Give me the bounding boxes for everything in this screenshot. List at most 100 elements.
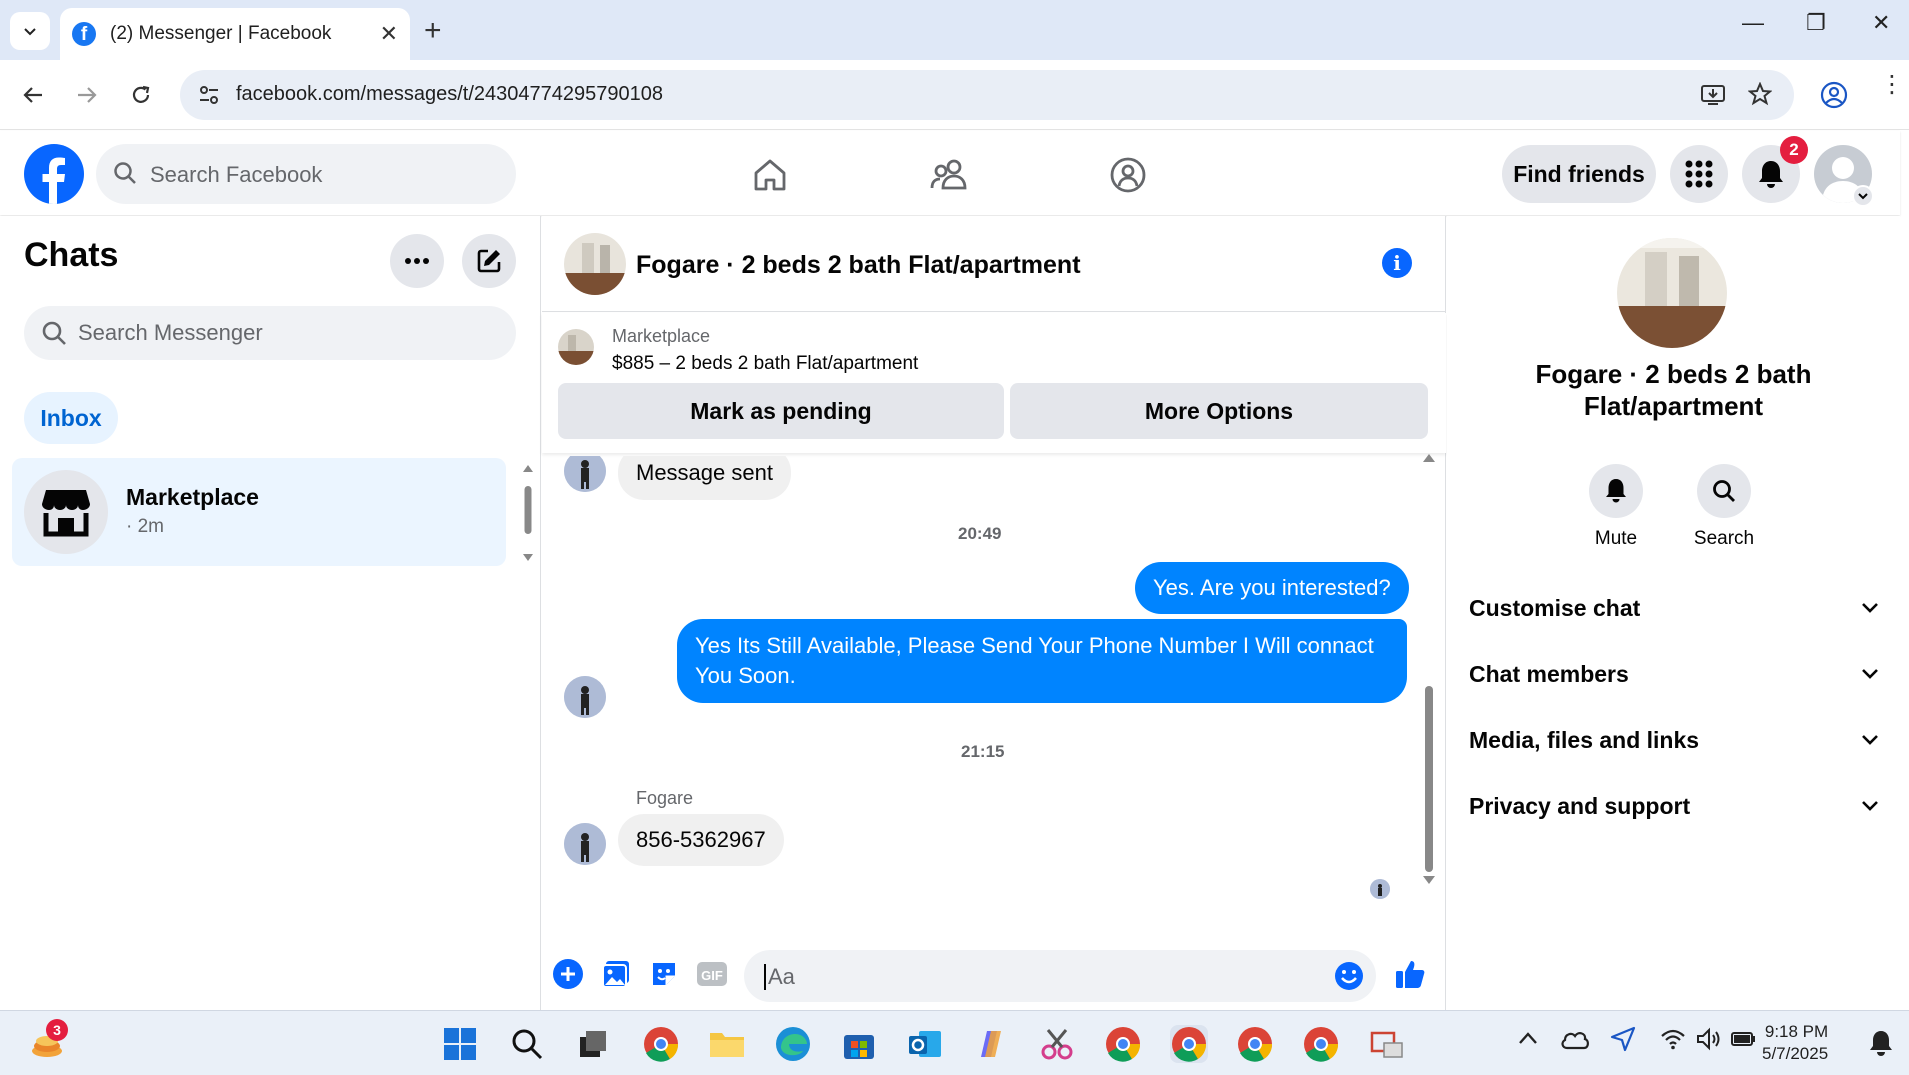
- windows-taskbar: 3 9:18 PM 5/7/2025: [0, 1010, 1909, 1075]
- task-view-icon[interactable]: [574, 1025, 612, 1063]
- outgoing-message: Yes Its Still Available, Please Send You…: [677, 619, 1407, 703]
- minimize-icon[interactable]: —: [1742, 10, 1764, 36]
- forward-button[interactable]: [70, 78, 104, 112]
- close-window-icon[interactable]: ✕: [1872, 10, 1890, 36]
- mark-as-pending-button[interactable]: Mark as pending: [558, 383, 1004, 439]
- show-hidden-icons[interactable]: [1518, 1031, 1538, 1050]
- search-icon: [1713, 480, 1735, 502]
- url-bar[interactable]: facebook.com/messages/t/2430477429579010…: [180, 70, 1794, 120]
- site-settings-icon[interactable]: [198, 84, 220, 106]
- sticker-button[interactable]: [646, 956, 682, 992]
- snipping-tool-icon[interactable]: [1038, 1025, 1076, 1063]
- file-explorer-icon[interactable]: [708, 1025, 746, 1063]
- profile-icon[interactable]: [1820, 81, 1848, 109]
- mute-button[interactable]: [1589, 464, 1643, 518]
- search-label: Search: [1693, 528, 1755, 549]
- friends-nav[interactable]: [925, 151, 973, 199]
- chat-list-scrollbar[interactable]: [522, 462, 534, 566]
- gif-button[interactable]: GIF: [694, 956, 730, 992]
- bookmark-star-icon[interactable]: [1748, 82, 1772, 106]
- chrome-profile-3-icon[interactable]: [1302, 1025, 1340, 1063]
- tab-search-button[interactable]: [10, 12, 50, 50]
- chat-members-section[interactable]: Chat members: [1469, 649, 1879, 699]
- more-options-button[interactable]: More Options: [1010, 383, 1428, 439]
- back-button[interactable]: [16, 78, 50, 112]
- marketplace-store-icon: [42, 490, 90, 537]
- facebook-f-icon: [42, 157, 65, 204]
- location-icon[interactable]: [1610, 1026, 1636, 1057]
- message-input[interactable]: Aa: [744, 950, 1376, 1002]
- install-app-icon[interactable]: [1700, 83, 1726, 107]
- groups-nav[interactable]: [1104, 151, 1152, 199]
- customise-chat-section[interactable]: Customise chat: [1469, 583, 1879, 633]
- chrome-profile-icon[interactable]: [1104, 1025, 1142, 1063]
- chevron-down-icon: [1862, 735, 1878, 745]
- chrome-taskbar-icon[interactable]: [642, 1025, 680, 1063]
- emoji-icon[interactable]: [1334, 961, 1364, 991]
- messenger-search-input[interactable]: Search Messenger: [24, 306, 516, 360]
- new-tab-button[interactable]: +: [424, 14, 442, 48]
- new-message-button[interactable]: [462, 234, 516, 288]
- store-icon[interactable]: [840, 1025, 878, 1063]
- inbox-tab[interactable]: Inbox: [24, 392, 118, 444]
- search-action[interactable]: Search: [1679, 464, 1769, 550]
- chrome-profile-2-icon[interactable]: [1236, 1025, 1274, 1063]
- attach-photo-button[interactable]: [598, 956, 634, 992]
- groups-icon: [1110, 157, 1146, 193]
- incoming-message: 856-5362967: [618, 814, 784, 866]
- conversation-pane: Fogare · 2 beds 2 bath Flat/apartment i …: [542, 216, 1446, 1010]
- reload-button[interactable]: [124, 78, 158, 112]
- timestamp: 21:15: [961, 742, 1005, 761]
- outlook-icon[interactable]: [906, 1025, 944, 1063]
- browser-tab[interactable]: f (2) Messenger | Facebook ✕: [60, 8, 410, 60]
- edge-icon[interactable]: [774, 1025, 812, 1063]
- sender-name: Fogare: [636, 788, 694, 808]
- media-files-links-section[interactable]: Media, files and links: [1469, 715, 1879, 765]
- find-friends-button[interactable]: Find friends: [1502, 145, 1656, 203]
- copilot-icon[interactable]: [972, 1025, 1010, 1063]
- info-icon[interactable]: i: [1382, 248, 1412, 278]
- chrome-active-icon[interactable]: [1170, 1025, 1208, 1063]
- onedrive-icon[interactable]: [1560, 1028, 1590, 1055]
- thread-scrollbar[interactable]: [1422, 450, 1436, 890]
- sender-avatar[interactable]: [564, 823, 606, 865]
- outgoing-message: Yes. Are you interested?: [1135, 562, 1409, 614]
- menu-button[interactable]: [1670, 145, 1728, 203]
- mute-action[interactable]: Mute: [1571, 464, 1661, 550]
- chats-options-button[interactable]: [390, 234, 444, 288]
- volume-icon[interactable]: [1695, 1027, 1723, 1056]
- wifi-icon[interactable]: [1660, 1028, 1686, 1055]
- more-actions-button[interactable]: [550, 956, 586, 992]
- sender-avatar[interactable]: [564, 456, 606, 492]
- section-label: Privacy and support: [1469, 792, 1691, 819]
- facebook-logo[interactable]: [24, 144, 84, 204]
- browser-menu-icon[interactable]: ⋮: [1880, 73, 1904, 97]
- like-button[interactable]: [1392, 956, 1428, 992]
- facebook-search-input[interactable]: Search Facebook: [96, 144, 516, 204]
- search-in-chat-button[interactable]: [1697, 464, 1751, 518]
- listing-photo-avatar[interactable]: [564, 233, 626, 295]
- account-chevron-icon[interactable]: [1852, 185, 1874, 207]
- system-clock[interactable]: 9:18 PM 5/7/2025: [1762, 1021, 1828, 1065]
- start-button[interactable]: [441, 1025, 479, 1063]
- chat-list-item[interactable]: Marketplace · 2m: [12, 458, 506, 566]
- listing-thumbnail[interactable]: [558, 329, 594, 365]
- arrow-left-icon: [23, 87, 42, 103]
- marketplace-avatar: [24, 470, 108, 554]
- facebook-header: Search Facebook Find friends 2: [0, 131, 1900, 215]
- close-tab-icon[interactable]: ✕: [380, 21, 398, 47]
- cast-app-icon[interactable]: [1368, 1025, 1406, 1063]
- listing-photo-large[interactable]: [1617, 238, 1727, 348]
- restore-icon[interactable]: ❐: [1806, 10, 1826, 36]
- conversation-title[interactable]: Fogare · 2 beds 2 bath Flat/apartment: [636, 251, 1081, 280]
- home-nav[interactable]: [746, 151, 794, 199]
- url-text: facebook.com/messages/t/2430477429579010…: [236, 83, 663, 105]
- sender-avatar[interactable]: [564, 676, 606, 718]
- notification-center-icon[interactable]: [1868, 1029, 1894, 1062]
- taskbar-search[interactable]: [508, 1025, 546, 1063]
- listing-title[interactable]: $885 – 2 beds 2 bath Flat/apartment: [612, 353, 918, 375]
- windows-logo-icon: [444, 1028, 476, 1060]
- privacy-support-section[interactable]: Privacy and support: [1469, 781, 1879, 831]
- battery-icon[interactable]: [1730, 1028, 1758, 1055]
- search-icon: [512, 1029, 543, 1060]
